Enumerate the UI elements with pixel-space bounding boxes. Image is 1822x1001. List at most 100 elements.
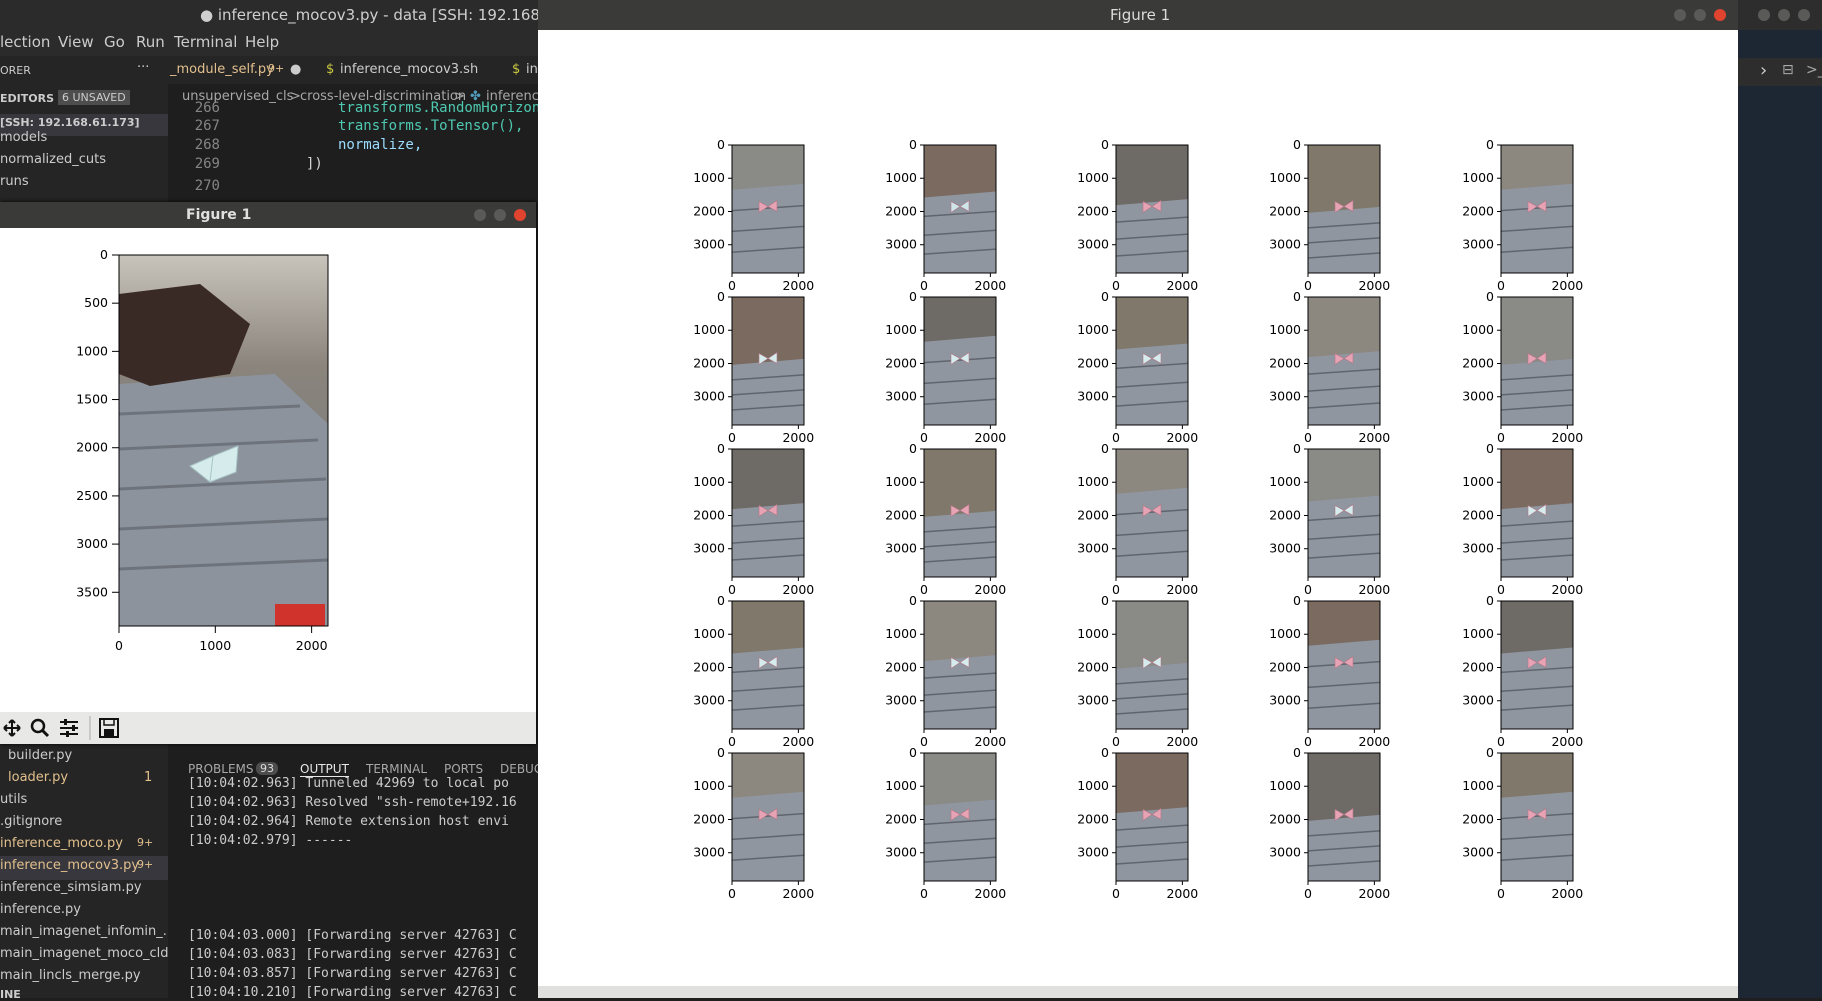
x-tick-label: 0	[1497, 886, 1505, 901]
x-tick-label: 0	[920, 430, 928, 445]
y-tick-label: 1000	[1077, 322, 1109, 337]
close-icon[interactable]	[514, 209, 526, 221]
x-tick-label: 2000	[1551, 430, 1583, 445]
tab-problems[interactable]: PROBLEMS	[188, 762, 254, 776]
file-inference-moco[interactable]: inference_moco.py	[0, 836, 123, 851]
y-tick-label: 0	[1293, 745, 1301, 760]
y-tick-label: 0	[1293, 137, 1301, 152]
figure-small-toolbar	[0, 712, 536, 744]
tab-inference-mocov3-sh[interactable]: inference_mocov3.sh	[340, 62, 478, 77]
y-tick-label: 3000	[1269, 541, 1301, 556]
y-tick-label: 2000	[1077, 659, 1109, 674]
file-main-imagenet-infomin[interactable]: main_imagenet_infomin_...	[0, 924, 175, 939]
open-editors-label[interactable]: EDITORS	[0, 92, 54, 105]
y-tick-label: 0	[909, 289, 917, 304]
y-tick-label: 3000	[885, 541, 917, 556]
minimize-icon[interactable]	[474, 209, 486, 221]
code-line: normalize,	[338, 137, 423, 153]
figure-small-title-bar[interactable]: Figure 1	[0, 202, 536, 228]
y-tick-label: 0	[717, 593, 725, 608]
close-icon[interactable]	[1798, 9, 1810, 21]
minimize-icon[interactable]	[1674, 9, 1686, 21]
code-editor[interactable]: 266 transforms.RandomHorizon 267 transfo…	[168, 100, 540, 202]
y-tick-label: 0	[1486, 593, 1494, 608]
y-tick-label: 2000	[1269, 203, 1301, 218]
y-tick-label: 0	[717, 137, 725, 152]
folder-models[interactable]: models	[0, 130, 47, 145]
figure-window-small[interactable]: Figure 1 0 500 1000 1500 2000 2500 3000 3500	[0, 202, 536, 744]
y-tick-label: 2000	[693, 203, 725, 218]
x-tick-label: 2000	[974, 886, 1006, 901]
y-tick-label: 0	[1486, 137, 1494, 152]
y-tick-label: 1000	[1462, 626, 1494, 641]
y-tick-label: 0	[1101, 593, 1109, 608]
y-tick-label: 3000	[1462, 541, 1494, 556]
figure-large-title-bar[interactable]: Figure 1	[538, 0, 1738, 30]
file-gitignore[interactable]: .gitignore	[0, 814, 62, 829]
figure-window-large[interactable]: Figure 1 0 1000 2000 3000 0 2000 0 1000 2000 3000…	[538, 0, 1738, 998]
y-tick-label: 2000	[1077, 507, 1109, 522]
configure-icon[interactable]	[60, 719, 78, 737]
tab-output[interactable]: OUTPUT	[300, 762, 349, 777]
remote-icon[interactable]: ⊟	[1782, 62, 1794, 78]
folder-runs[interactable]: runs	[0, 174, 29, 189]
output-line: [10:04:03.000] [Forwarding server 42763]…	[188, 928, 517, 943]
tab-module-self[interactable]: _module_self.py	[170, 62, 274, 77]
menu-run[interactable]: Run	[136, 33, 165, 51]
minimize-icon[interactable]	[1758, 9, 1770, 21]
x-tick-label: 0	[1112, 430, 1120, 445]
file-inference[interactable]: inference.py	[0, 902, 81, 917]
explorer-more-button[interactable]: ···	[137, 60, 149, 75]
y-tick-label: 0	[1101, 745, 1109, 760]
x-tick-label: 0	[1304, 886, 1312, 901]
y-tick-label: 2000	[1269, 659, 1301, 674]
y-tick-label: 2000	[693, 811, 725, 826]
y-tick-label: 1000	[1462, 322, 1494, 337]
subplot-r4-c3: 0 1000 2000 3000 0 2000	[1077, 593, 1198, 749]
maximize-icon[interactable]	[494, 209, 506, 221]
zoom-icon[interactable]	[30, 718, 50, 738]
folder-utils[interactable]: utils	[0, 792, 27, 807]
close-icon[interactable]	[1714, 9, 1726, 21]
file-builder[interactable]: builder.py	[8, 748, 72, 763]
save-icon[interactable]	[99, 718, 119, 738]
file-main-imagenet-moco-cld[interactable]: main_imagenet_moco_cld...	[0, 946, 181, 961]
menu-terminal[interactable]: Terminal	[174, 33, 237, 51]
menu-selection[interactable]: lection	[0, 33, 50, 51]
output-panel[interactable]: [10:04:02.963] Tunneled 42969 to local p…	[168, 776, 540, 1000]
y-tick-label: 1000	[76, 343, 108, 358]
y-tick-label: 2500	[76, 488, 108, 503]
pan-icon[interactable]	[3, 719, 21, 737]
x-tick-label: 2000	[1166, 278, 1198, 293]
tab-ports[interactable]: PORTS	[444, 762, 483, 776]
y-tick-label: 3000	[76, 536, 108, 551]
x-tick-label: 2000	[782, 582, 814, 597]
maximize-icon[interactable]	[1694, 9, 1706, 21]
tab-in[interactable]: in	[526, 62, 538, 77]
menu-go[interactable]: Go	[104, 33, 125, 51]
file-inference-simsiam[interactable]: inference_simsiam.py	[0, 880, 142, 895]
x-tick-label: 2000	[1166, 430, 1198, 445]
y-tick-label: 3000	[885, 237, 917, 252]
x-tick-label: 0	[115, 638, 123, 653]
outline-section-header[interactable]: INE	[0, 988, 21, 1001]
terminal-icon[interactable]: >_	[1806, 62, 1822, 78]
tab-terminal[interactable]: TERMINAL	[366, 762, 427, 776]
figure-large-title: Figure 1	[1110, 6, 1171, 24]
file-main-lincls-merge[interactable]: main_lincls_merge.py	[0, 968, 141, 983]
x-tick-label: 2000	[974, 582, 1006, 597]
y-tick-label: 0	[909, 593, 917, 608]
line-number: 269	[194, 156, 220, 172]
menu-help[interactable]: Help	[245, 33, 279, 51]
chevron-right-icon[interactable]: ›	[1760, 60, 1767, 81]
vscode-window-title: ● inference_mocov3.py - data [SSH: 192.1…	[200, 6, 579, 24]
subplot-r4-c1: 0 1000 2000 3000 0 2000	[693, 593, 814, 749]
file-loader[interactable]: loader.py	[8, 770, 68, 785]
subplot-r5-c1: 0 1000 2000 3000 0 2000	[693, 745, 814, 901]
folder-normalized-cuts[interactable]: normalized_cuts	[0, 152, 106, 167]
menu-view[interactable]: View	[58, 33, 94, 51]
maximize-icon[interactable]	[1778, 9, 1790, 21]
x-tick-label: 2000	[782, 430, 814, 445]
explorer-header: ORER	[0, 64, 31, 77]
tab-debug[interactable]: DEBUG	[500, 762, 543, 776]
